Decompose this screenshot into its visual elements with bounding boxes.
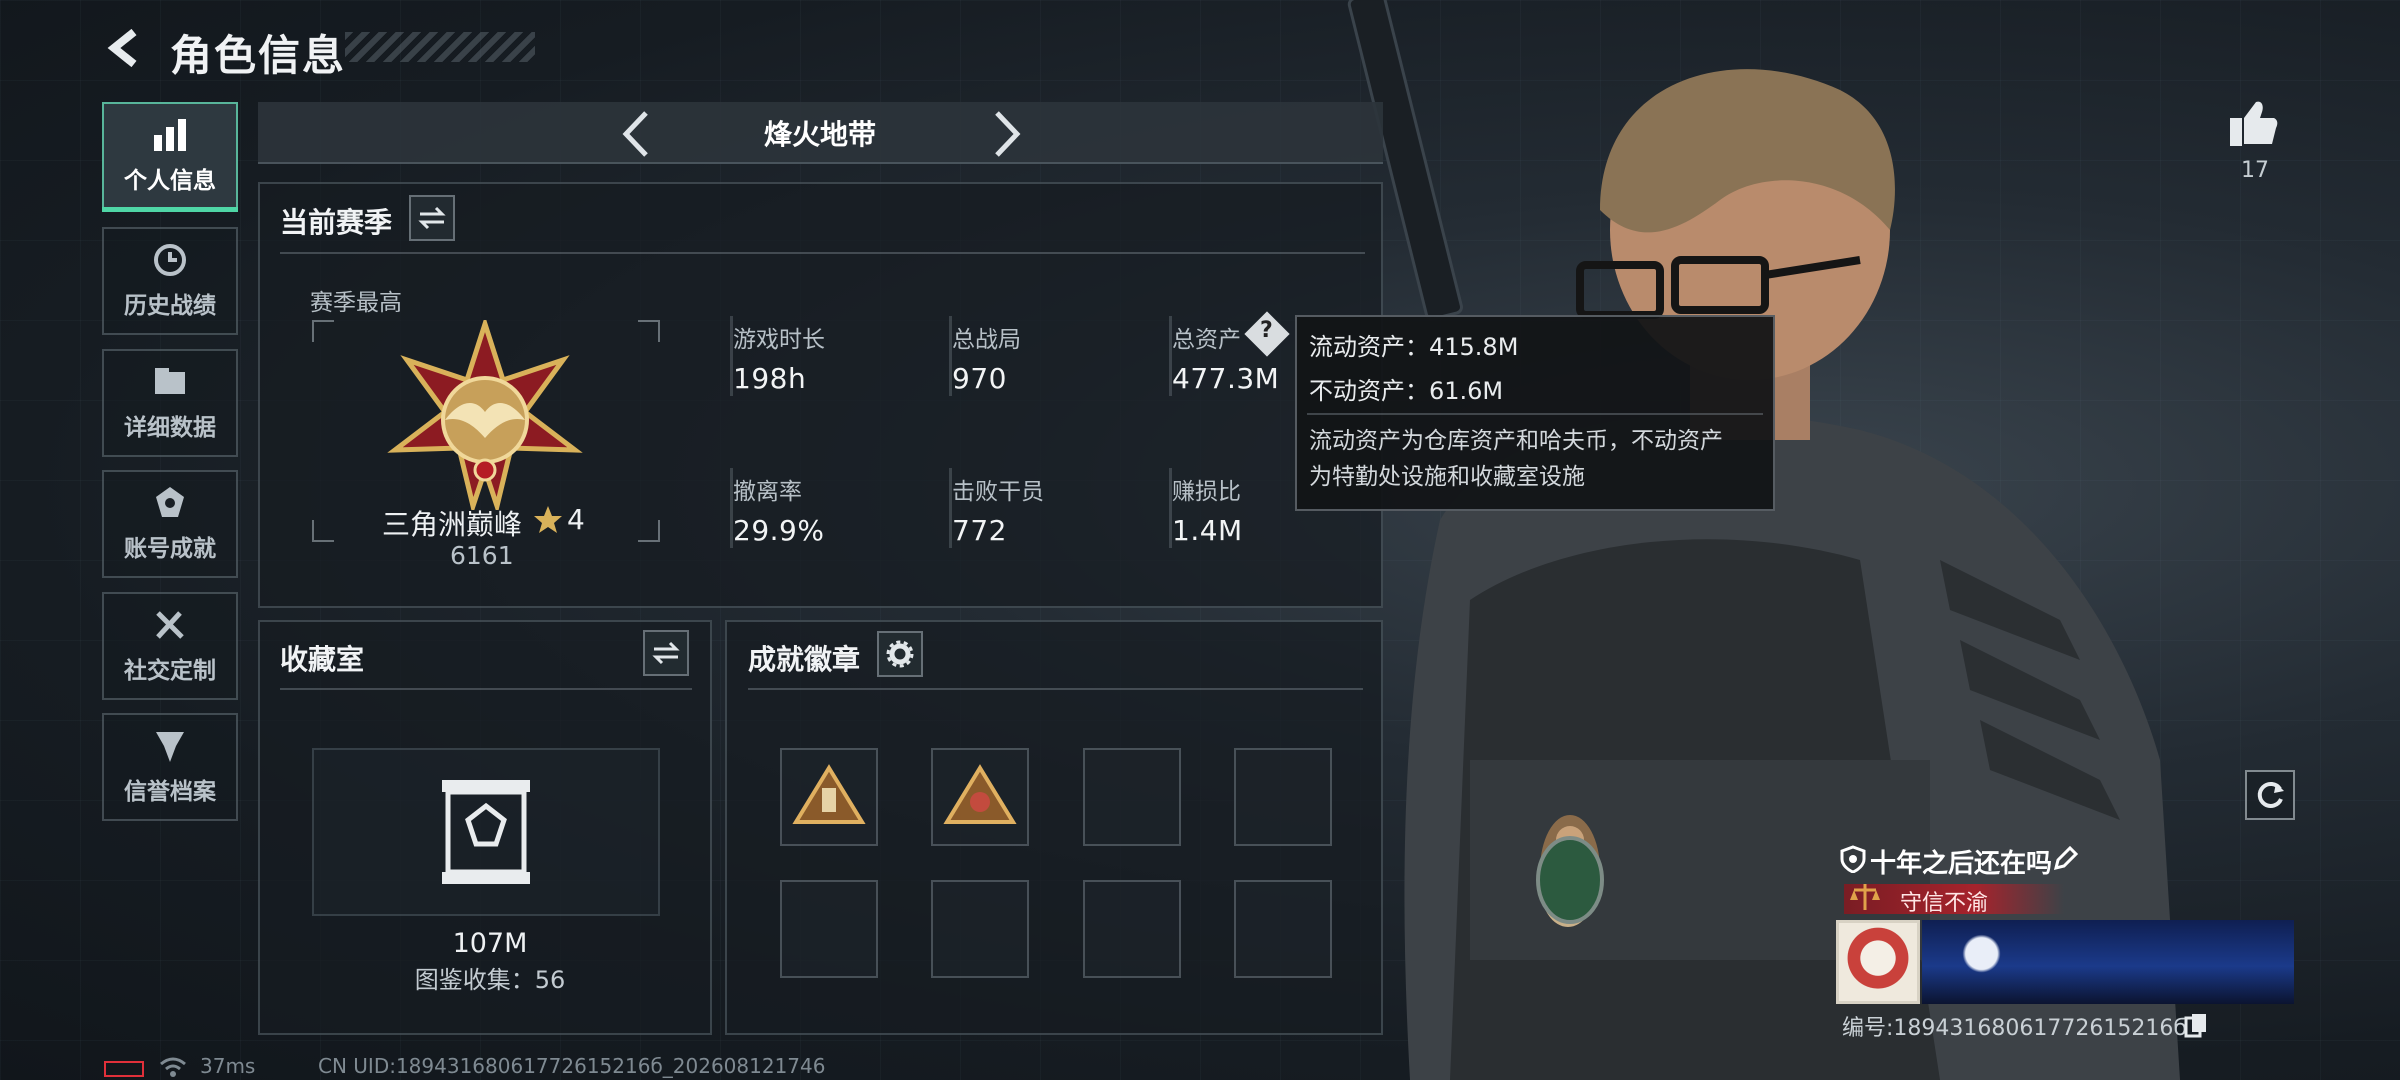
swap-icon: [652, 641, 680, 665]
asset-tooltip: 流动资产：415.8M 不动资产：61.6M 流动资产为仓库资产和哈夫币，不动资…: [1295, 315, 1775, 511]
rank-points: 6161: [450, 541, 514, 570]
sidebar-item-reputation[interactable]: 信誉档案: [102, 713, 238, 821]
sidebar-item-label: 社交定制: [124, 658, 216, 684]
badge-slot[interactable]: [931, 748, 1029, 846]
badge-slot-empty[interactable]: [1234, 880, 1332, 978]
divider: [280, 252, 1365, 254]
sidebar-item-label: 详细数据: [124, 415, 216, 441]
tools-icon: [156, 611, 184, 639]
sidebar-item-label: 账号成就: [124, 536, 216, 562]
sidebar-item-details[interactable]: 详细数据: [102, 349, 238, 457]
badges-settings-button[interactable]: [877, 631, 923, 677]
reputation-title: 守信不渝: [1900, 891, 1989, 916]
prev-mode-button[interactable]: [605, 105, 665, 163]
player-name: 十年之后还在吗: [1870, 849, 2053, 879]
stat-label-matches: 总战局: [952, 327, 1021, 353]
season-switch-button[interactable]: [409, 195, 455, 241]
collection-count: 图鉴收集：56: [414, 966, 566, 994]
mode-title: 烽火地带: [763, 118, 876, 151]
stat-label-extract-rate: 撤离率: [733, 479, 802, 505]
sidebar-item-achievements[interactable]: 账号成就: [102, 470, 238, 578]
star-icon: [534, 506, 562, 533]
badge-slot-empty[interactable]: [780, 880, 878, 978]
season-best-label: 赛季最高: [310, 290, 402, 316]
stat-label-assets: 总资产: [1172, 327, 1241, 353]
stat-value-extract-rate: 29.9%: [733, 514, 825, 547]
avatar[interactable]: [1836, 920, 1920, 1004]
frame-corner: [312, 320, 334, 342]
profile-card-background: [1922, 920, 2294, 1004]
divider: [280, 688, 692, 690]
refresh-button[interactable]: [2245, 770, 2295, 820]
battery-icon: [104, 1061, 144, 1077]
sidebar-item-label: 信誉档案: [124, 779, 216, 805]
frame-corner: [638, 320, 660, 342]
uid-text: CN UID:18943168061772615216б_20260812174…: [318, 1054, 826, 1078]
tooltip-liquid-assets: 流动资产：415.8M: [1309, 333, 1519, 361]
collection-value: 107M: [452, 928, 528, 959]
back-arrow-icon: [107, 28, 137, 68]
bar-chart-icon: [154, 119, 186, 151]
back-button[interactable]: [100, 24, 148, 72]
stat-label-profit-ratio: 赚损比: [1172, 479, 1241, 505]
swap-icon: [418, 206, 446, 230]
tooltip-desc-line2: 为特勤处设施和收藏室设施: [1309, 464, 1585, 490]
thumbs-up-icon[interactable]: [2228, 98, 2280, 148]
page-title: 角色信息: [170, 31, 347, 80]
like-count: 17: [2241, 158, 2269, 183]
collection-switch-button[interactable]: [643, 630, 689, 676]
frame-corner: [312, 520, 334, 542]
display-case-icon: [442, 780, 530, 884]
folder-icon: [155, 368, 185, 394]
stat-label-kills: 击败干员: [952, 479, 1044, 505]
title-decoration: [345, 32, 535, 62]
reputation-scale-icon: [1850, 884, 1880, 910]
sidebar-item-label: 个人信息: [124, 168, 216, 194]
stat-value-playtime: 198h: [733, 362, 807, 395]
rank-emblem-icon: [387, 320, 583, 510]
badge-slot-empty[interactable]: [1083, 748, 1181, 846]
refresh-icon: [2257, 781, 2284, 808]
sidebar-item-history[interactable]: 历史战绩: [102, 227, 238, 335]
verified-shield-icon: [1840, 845, 1866, 873]
copy-icon[interactable]: [2184, 1012, 2208, 1038]
character-model: [1347, 0, 2180, 1080]
stat-value-matches: 970: [952, 362, 1007, 395]
rank-name: 三角洲巅峰: [382, 508, 523, 541]
player-id: 编号:18943168061772615216б: [1842, 1016, 2187, 1041]
gear-icon: [886, 640, 914, 668]
history-clock-icon: [154, 244, 186, 276]
stat-value-assets: 477.3M: [1172, 362, 1280, 395]
collection-title: 收藏室: [280, 643, 365, 676]
shield-emblem-icon: [156, 732, 184, 762]
ping-value: 37ms: [200, 1054, 256, 1078]
badge-triangle-icon: [943, 764, 1017, 824]
stat-label-playtime: 游戏时长: [733, 327, 825, 353]
sidebar-item-label: 历史战绩: [124, 293, 216, 319]
edit-pencil-icon[interactable]: [2052, 846, 2078, 872]
frame-corner: [638, 520, 660, 542]
badge-slot-empty[interactable]: [931, 880, 1029, 978]
tooltip-desc-line1: 流动资产为仓库资产和哈夫币，不动资产: [1309, 428, 1723, 454]
tooltip-fixed-assets: 不动资产：61.6M: [1309, 377, 1504, 405]
badge-triangle-icon: [792, 764, 866, 824]
badges-title: 成就徽章: [748, 643, 861, 676]
badge-slot-empty[interactable]: [1234, 748, 1332, 846]
badge-slot-empty[interactable]: [1083, 880, 1181, 978]
help-icon-glyph: ?: [1260, 318, 1273, 343]
stat-value-kills: 772: [952, 514, 1007, 547]
chevron-right-icon: [995, 111, 1021, 157]
next-mode-button[interactable]: [978, 105, 1038, 163]
stat-value-profit-ratio: 1.4M: [1172, 514, 1243, 547]
tooltip-divider: [1307, 413, 1763, 415]
season-title: 当前赛季: [280, 206, 393, 239]
divider: [748, 688, 1363, 690]
sidebar-item-personal-info[interactable]: 个人信息: [102, 102, 238, 212]
wifi-icon: [160, 1057, 186, 1077]
badge-slot[interactable]: [780, 748, 878, 846]
rank-stars: 4: [567, 503, 585, 536]
achievement-icon: [156, 487, 184, 517]
sidebar-item-social[interactable]: 社交定制: [102, 592, 238, 700]
chevron-left-icon: [622, 111, 648, 157]
